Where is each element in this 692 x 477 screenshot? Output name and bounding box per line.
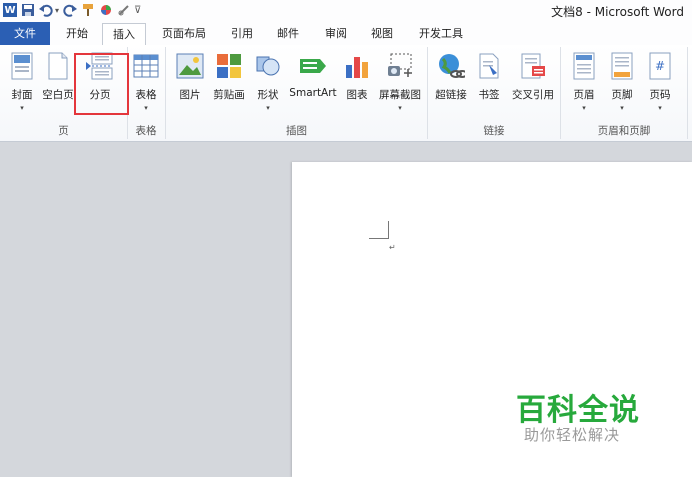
watermark-title: 百科全说 — [516, 393, 640, 428]
tab-review[interactable]: 审阅 — [316, 23, 356, 44]
table-label: 表格 — [135, 89, 157, 101]
group-pages-label: 页 — [58, 125, 69, 137]
cover-page-icon — [7, 51, 37, 81]
footer-dropdown-icon: ▾ — [620, 104, 624, 112]
tab-insert[interactable]: 插入 — [102, 23, 146, 46]
group-tables: 表格 ▾ 表格 — [127, 47, 166, 139]
footer-icon — [607, 51, 637, 81]
smartart-button[interactable]: SmartArt — [288, 51, 338, 121]
page-number-label: 页码 — [649, 89, 671, 101]
word-app-icon[interactable]: W — [2, 2, 18, 18]
screenshot-dropdown-icon: ▾ — [398, 104, 402, 112]
clip-art-icon — [214, 51, 244, 81]
tab-home[interactable]: 开始 — [58, 23, 96, 44]
header-icon — [569, 51, 599, 81]
format-painter-icon[interactable] — [80, 2, 96, 18]
screenshot-button[interactable]: 屏幕截图 ▾ — [376, 51, 424, 121]
link-icon[interactable] — [116, 2, 132, 18]
undo-dropdown-icon[interactable]: ▾ — [55, 6, 59, 15]
table-button[interactable]: 表格 ▾ — [127, 51, 165, 121]
chart-label: 图表 — [346, 89, 368, 101]
picture-label: 图片 — [179, 89, 201, 101]
cover-page-dropdown-icon: ▾ — [20, 104, 24, 112]
table-icon — [131, 51, 161, 81]
group-links-label: 链接 — [483, 125, 505, 137]
tab-view[interactable]: 视图 — [362, 23, 402, 44]
tab-references[interactable]: 引用 — [222, 23, 262, 44]
group-links: 超链接 书签 交叉引用 链接 — [428, 47, 561, 139]
group-illustrations-label: 插图 — [286, 125, 307, 137]
group-header-footer: 页眉 ▾ 页脚 ▾ # 页码 ▾ 页眉和页脚 — [561, 47, 688, 139]
shapes-button[interactable]: 形状 ▾ — [252, 51, 284, 121]
header-label: 页眉 — [573, 89, 595, 101]
quick-access-toolbar: W ▾ ⊽ — [0, 1, 141, 19]
window-title: 文档8 - Microsoft Word — [551, 5, 684, 19]
page-number-dropdown-icon: ▾ — [658, 104, 662, 112]
shapes-label: 形状 — [257, 89, 279, 101]
bookmark-label: 书签 — [478, 89, 500, 101]
ribbon-tabs: 文件 开始 插入 页面布局 引用 邮件 审阅 视图 开发工具 — [0, 20, 692, 46]
chart-icon — [342, 51, 372, 81]
cover-page-button[interactable]: 封面 ▾ — [2, 51, 42, 121]
screenshot-icon — [385, 51, 415, 81]
watermark-subtitle: 助你轻松解决 — [524, 426, 621, 444]
color-icon[interactable] — [98, 2, 114, 18]
footer-button[interactable]: 页脚 ▾ — [603, 51, 641, 121]
picture-icon — [175, 51, 205, 81]
page-number-icon: # — [645, 51, 675, 81]
picture-button[interactable]: 图片 — [172, 51, 208, 121]
header-button[interactable]: 页眉 ▾ — [565, 51, 603, 121]
clip-art-label: 剪贴画 — [213, 89, 245, 101]
cover-page-label: 封面 — [11, 89, 33, 101]
title-bar: W ▾ ⊽ 文档8 - Microsoft Word — [0, 0, 692, 20]
page-break-highlight-box — [74, 53, 129, 115]
header-dropdown-icon: ▾ — [582, 104, 586, 112]
footer-label: 页脚 — [611, 89, 633, 101]
bookmark-button[interactable]: 书签 — [472, 51, 506, 121]
tab-developer[interactable]: 开发工具 — [410, 23, 472, 44]
group-header-footer-label: 页眉和页脚 — [597, 125, 651, 137]
cross-reference-label: 交叉引用 — [512, 89, 554, 101]
hyperlink-label: 超链接 — [435, 89, 467, 101]
chart-button[interactable]: 图表 — [342, 51, 372, 121]
shapes-dropdown-icon: ▾ — [266, 104, 270, 112]
svg-text:#: # — [655, 59, 665, 73]
hyperlink-button[interactable]: 超链接 — [432, 51, 470, 121]
group-tables-label: 表格 — [135, 125, 157, 137]
cross-reference-button[interactable]: 交叉引用 — [508, 51, 558, 121]
smartart-label: SmartArt — [289, 87, 337, 99]
group-illustrations: 图片 剪贴画 形状 ▾ SmartArt 图表 屏幕截图 ▾ 插图 — [166, 47, 428, 139]
screenshot-label: 屏幕截图 — [379, 89, 421, 101]
shapes-icon — [253, 51, 283, 81]
customize-qat-icon[interactable]: ⊽ — [134, 5, 141, 16]
hyperlink-icon — [436, 51, 466, 81]
page-number-button[interactable]: # 页码 ▾ — [641, 51, 679, 121]
blank-page-button[interactable]: 空白页 — [38, 51, 78, 121]
blank-page-icon — [43, 51, 73, 81]
tab-file[interactable]: 文件 — [0, 22, 50, 45]
bookmark-icon — [474, 51, 504, 81]
margin-corner-mark — [369, 221, 389, 239]
smartart-icon — [298, 51, 328, 81]
clip-art-button[interactable]: 剪贴画 — [210, 51, 248, 121]
table-dropdown-icon: ▾ — [144, 104, 148, 112]
save-icon[interactable] — [20, 2, 36, 18]
blank-page-label: 空白页 — [42, 89, 74, 101]
undo-icon[interactable] — [38, 2, 54, 18]
tab-mailings[interactable]: 邮件 — [268, 23, 308, 44]
redo-icon[interactable] — [62, 2, 78, 18]
document-page[interactable] — [292, 162, 692, 477]
paragraph-mark: ↵ — [389, 243, 396, 252]
tab-page-layout[interactable]: 页面布局 — [152, 23, 216, 44]
cross-reference-icon — [518, 51, 548, 81]
